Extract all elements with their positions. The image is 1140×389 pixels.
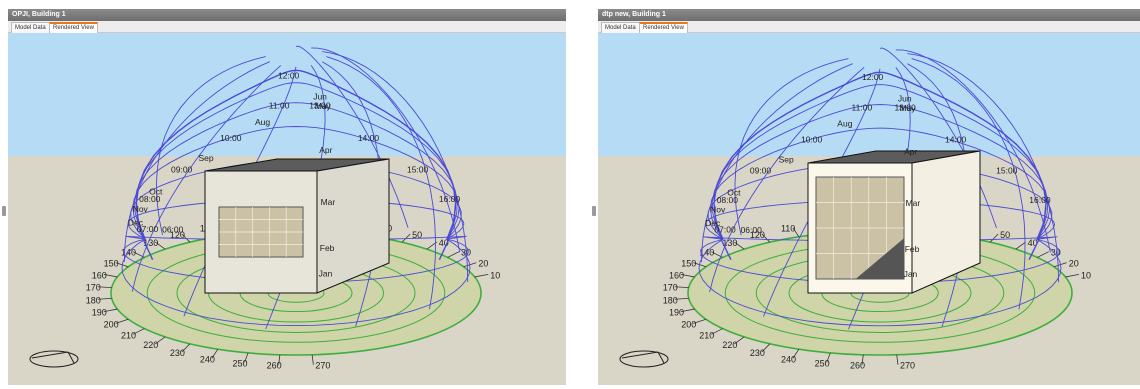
azimuth-label: 20 bbox=[1069, 259, 1079, 269]
azimuth-label: 190 bbox=[92, 308, 107, 318]
azimuth-label: 160 bbox=[92, 270, 107, 280]
azimuth-label: 180 bbox=[663, 295, 678, 305]
month-label: Sep bbox=[779, 154, 794, 164]
azimuth-label: 240 bbox=[200, 354, 215, 364]
azimuth-label: 50 bbox=[1000, 230, 1010, 240]
hour-label: 11:00 bbox=[269, 100, 290, 110]
panel-title: dtp new, Building 1 bbox=[598, 9, 1140, 21]
building-model[interactable] bbox=[204, 158, 390, 294]
azimuth-label: 190 bbox=[669, 308, 684, 318]
month-label: Aug bbox=[837, 119, 852, 129]
azimuth-label: 250 bbox=[232, 359, 247, 369]
azimuth-label: 220 bbox=[722, 340, 737, 350]
month-label: Feb bbox=[320, 243, 335, 253]
azimuth-label: 170 bbox=[663, 283, 678, 293]
compass-icon bbox=[29, 350, 79, 368]
hour-label: 15:00 bbox=[996, 166, 1018, 176]
azimuth-label: 230 bbox=[750, 348, 765, 358]
azimuth-label: 10 bbox=[490, 270, 500, 280]
month-label: Apr bbox=[904, 147, 917, 157]
month-label: Oct bbox=[727, 187, 741, 197]
hour-label: 09:00 bbox=[171, 164, 193, 174]
azimuth-label: 180 bbox=[86, 295, 101, 305]
month-label: Dec bbox=[705, 218, 721, 228]
sun-path-scene: 1020304050607080901001101201301401501601… bbox=[29, 45, 500, 371]
hour-label: 14:00 bbox=[358, 133, 380, 143]
hour-label: 10:00 bbox=[220, 133, 242, 143]
hour-label: 12:00 bbox=[278, 70, 300, 80]
month-label: May bbox=[315, 101, 332, 111]
month-label: May bbox=[900, 103, 917, 113]
azimuth-label: 150 bbox=[104, 259, 119, 269]
azimuth-label: 230 bbox=[170, 348, 185, 358]
hour-label: 15:00 bbox=[407, 164, 429, 174]
azimuth-label: 240 bbox=[781, 354, 796, 364]
tab-model-data[interactable]: Model Data bbox=[601, 22, 640, 33]
hour-label: 12:00 bbox=[862, 72, 884, 82]
azimuth-label: 110 bbox=[781, 224, 795, 234]
tab-rendered-view[interactable]: Rendered View bbox=[49, 22, 98, 33]
panel-title: OPJI, Building 1 bbox=[8, 9, 566, 21]
tab-strip: Model Data Rendered View bbox=[8, 21, 566, 33]
hour-label: 16:00 bbox=[439, 194, 461, 204]
hour-label: 14:00 bbox=[945, 135, 967, 145]
month-label: Mar bbox=[321, 197, 336, 207]
month-label: Sep bbox=[199, 153, 214, 163]
month-label: Jan bbox=[319, 268, 333, 278]
azimuth-label: 260 bbox=[850, 361, 865, 371]
azimuth-label: 220 bbox=[143, 340, 158, 350]
hour-label: 11:00 bbox=[852, 102, 873, 112]
month-label: Feb bbox=[905, 244, 920, 254]
azimuth-label: 260 bbox=[267, 361, 282, 371]
month-label: Jan bbox=[904, 269, 918, 279]
tab-strip: Model Data Rendered View bbox=[598, 21, 1140, 33]
rendered-viewport[interactable]: 1020304050607080901001101201301401501601… bbox=[8, 33, 566, 385]
azimuth-label: 170 bbox=[86, 283, 101, 293]
month-label: Dec bbox=[128, 218, 144, 228]
hour-label: 16:00 bbox=[1029, 195, 1051, 205]
hour-label: 10:00 bbox=[801, 135, 823, 145]
left-panel: OPJI, Building 1 Model Data Rendered Vie… bbox=[0, 0, 566, 389]
azimuth-label: 160 bbox=[669, 270, 684, 280]
hour-label: 09:00 bbox=[750, 166, 772, 176]
resize-handle-icon[interactable] bbox=[2, 206, 6, 216]
azimuth-label: 200 bbox=[681, 319, 696, 329]
hour-label: 06:00 bbox=[162, 225, 184, 235]
right-panel: dtp new, Building 1 Model Data Rendered … bbox=[590, 0, 1140, 389]
month-label: Nov bbox=[133, 204, 149, 214]
resize-handle-icon[interactable] bbox=[592, 206, 596, 216]
azimuth-label: 150 bbox=[681, 259, 696, 269]
hour-label: 06:00 bbox=[741, 225, 763, 235]
azimuth-label: 270 bbox=[900, 361, 915, 371]
building-model[interactable] bbox=[807, 150, 981, 294]
azimuth-label: 270 bbox=[315, 361, 330, 371]
rendered-viewport[interactable]: 1020304050607080901001101201301401501601… bbox=[598, 33, 1140, 385]
month-label: Apr bbox=[319, 145, 332, 155]
azimuth-label: 10 bbox=[1081, 270, 1091, 280]
azimuth-label: 250 bbox=[815, 359, 830, 369]
azimuth-label: 210 bbox=[699, 330, 714, 340]
month-label: Oct bbox=[149, 186, 163, 196]
tab-model-data[interactable]: Model Data bbox=[11, 22, 50, 33]
month-label: Aug bbox=[255, 117, 270, 127]
azimuth-label: 20 bbox=[478, 259, 488, 269]
azimuth-label: 200 bbox=[104, 319, 119, 329]
tab-rendered-view[interactable]: Rendered View bbox=[639, 22, 688, 33]
month-label: Mar bbox=[906, 198, 921, 208]
compass-icon bbox=[619, 350, 669, 368]
azimuth-label: 210 bbox=[121, 330, 136, 340]
month-label: Nov bbox=[710, 205, 726, 215]
sun-path-scene: 1020304050607080901001101201301401501601… bbox=[619, 47, 1091, 371]
